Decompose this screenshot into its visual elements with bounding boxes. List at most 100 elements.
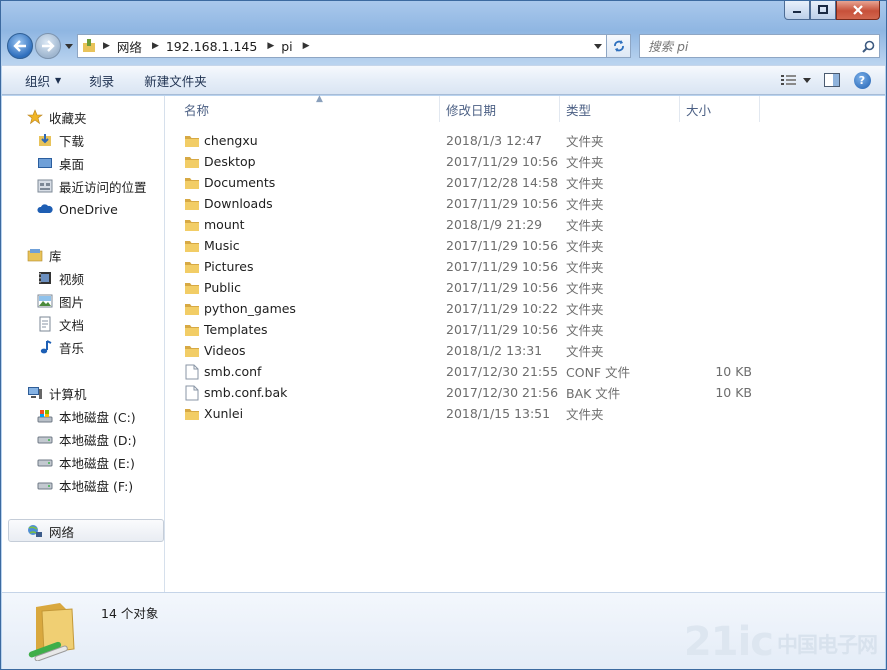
folder-icon — [183, 175, 201, 191]
breadcrumb-pi[interactable]: pi ▶ — [281, 39, 316, 54]
nav-favorites[interactable]: 收藏夹 — [26, 107, 87, 127]
column-header-size[interactable]: 大小 — [680, 96, 760, 122]
folder-icon — [183, 196, 201, 212]
file-date-cell: 2017/11/29 10:56 — [446, 154, 559, 169]
preview-pane-button[interactable] — [817, 68, 847, 92]
nav-item-videos[interactable]: 视频 — [36, 268, 84, 288]
file-row[interactable]: Templates 2017/11/29 10:56 文件夹 — [165, 319, 885, 340]
file-date-cell: 2017/11/29 10:56 — [446, 322, 559, 337]
file-row[interactable]: Videos 2018/1/2 13:31 文件夹 — [165, 340, 885, 361]
folder-icon — [183, 343, 201, 359]
recent-pages-button[interactable] — [63, 43, 75, 49]
view-options-button[interactable] — [775, 68, 817, 92]
search-icon[interactable] — [862, 40, 875, 53]
details-view-icon — [781, 75, 796, 85]
file-date-cell: 2017/11/29 10:56 — [446, 238, 559, 253]
breadcrumb-network[interactable]: 网络 ▶ — [117, 37, 166, 56]
file-list: 名称 ▲ 修改日期 类型 大小 chengxu 2018/1/3 12:47 文件夹… — [165, 94, 885, 592]
breadcrumb-host[interactable]: 192.168.1.145 ▶ — [166, 39, 281, 54]
help-icon: ? — [853, 71, 871, 89]
file-date-cell: 2017/12/30 21:56 — [446, 385, 559, 400]
file-row[interactable]: Xunlei 2018/1/15 13:51 文件夹 — [165, 403, 885, 424]
address-dropdown-button[interactable] — [590, 35, 606, 57]
navigation-bar: ▶ 网络 ▶ 192.168.1.145 ▶ pi ▶ — [7, 33, 880, 59]
file-name-cell: smb.conf.bak — [183, 385, 287, 401]
search-input[interactable] — [648, 38, 848, 54]
download-folder-icon — [36, 132, 54, 148]
file-size-cell: 10 KB — [715, 364, 752, 379]
arrow-left-icon — [13, 40, 26, 52]
nav-item-recent-places[interactable]: 最近访问的位置 — [36, 176, 147, 196]
close-icon — [853, 5, 863, 15]
nav-item-downloads[interactable]: 下载 — [36, 130, 84, 150]
file-row[interactable]: smb.conf 2017/12/30 21:55 CONF 文件 10 KB — [165, 361, 885, 382]
file-icon — [183, 385, 201, 401]
file-row[interactable]: Documents 2017/12/28 14:58 文件夹 — [165, 172, 885, 193]
file-date-cell: 2017/12/30 21:55 — [446, 364, 559, 379]
back-button[interactable] — [7, 33, 33, 59]
nav-item-desktop[interactable]: 桌面 — [36, 153, 84, 173]
file-icon — [183, 364, 201, 380]
refresh-button[interactable] — [607, 34, 631, 58]
nav-item-music[interactable]: 音乐 — [36, 337, 84, 357]
shared-folder-icon — [24, 601, 80, 664]
column-header-date[interactable]: 修改日期 — [440, 96, 560, 122]
burn-button[interactable]: 刻录 — [79, 68, 124, 92]
main-area: 收藏夹 下载 桌面 最近访问的位置 OneDrive 库 视频 图片 文档 音乐… — [2, 94, 885, 592]
column-header: 名称 ▲ 修改日期 类型 大小 — [165, 94, 885, 122]
file-row[interactable]: smb.conf.bak 2017/12/30 21:56 BAK 文件 10 KB — [165, 382, 885, 403]
nav-computer[interactable]: 计算机 — [26, 383, 87, 403]
nav-item-drive-d[interactable]: 本地磁盘 (D:) — [36, 429, 137, 449]
nav-libraries[interactable]: 库 — [26, 245, 62, 265]
file-row[interactable]: Music 2017/11/29 10:56 文件夹 — [165, 235, 885, 256]
column-header-name[interactable]: 名称 ▲ — [178, 94, 440, 122]
file-row[interactable]: Public 2017/11/29 10:56 文件夹 — [165, 277, 885, 298]
file-row[interactable]: python_games 2017/11/29 10:22 文件夹 — [165, 298, 885, 319]
column-header-type[interactable]: 类型 — [560, 96, 680, 122]
nav-item-pictures[interactable]: 图片 — [36, 291, 84, 311]
crumb-separator-icon[interactable]: ▶ — [267, 41, 274, 51]
file-row[interactable]: Desktop 2017/11/29 10:56 文件夹 — [165, 151, 885, 172]
search-box[interactable] — [639, 34, 880, 58]
maximize-button[interactable] — [810, 1, 836, 20]
file-name-cell: chengxu — [183, 133, 258, 149]
organize-button[interactable]: 组织 ▼ — [15, 68, 71, 92]
file-row[interactable]: Pictures 2017/11/29 10:56 文件夹 — [165, 256, 885, 277]
refresh-icon — [613, 40, 624, 52]
nav-item-drive-e[interactable]: 本地磁盘 (E:) — [36, 452, 135, 472]
address-bar[interactable]: ▶ 网络 ▶ 192.168.1.145 ▶ pi ▶ — [77, 34, 607, 58]
file-date-cell: 2018/1/2 13:31 — [446, 343, 543, 358]
hard-drive-icon — [36, 454, 54, 470]
close-button[interactable] — [836, 1, 880, 20]
file-name-cell: Downloads — [183, 196, 273, 212]
network-icon — [26, 523, 44, 539]
arrow-right-icon — [42, 40, 55, 52]
file-size-cell: 10 KB — [715, 385, 752, 400]
watermark-logo: 21ic 中国电子网 — [683, 619, 878, 665]
maximize-icon — [818, 5, 828, 14]
nav-item-drive-f[interactable]: 本地磁盘 (F:) — [36, 475, 133, 495]
file-type-cell: BAK 文件 — [566, 386, 621, 401]
network-folder-icon — [78, 38, 100, 54]
nav-item-onedrive[interactable]: OneDrive — [36, 199, 118, 219]
nav-item-drive-c[interactable]: 本地磁盘 (C:) — [36, 406, 136, 426]
crumb-separator-icon[interactable]: ▶ — [152, 41, 159, 51]
desktop-icon — [36, 155, 54, 171]
nav-item-documents[interactable]: 文档 — [36, 314, 84, 334]
new-folder-button[interactable]: 新建文件夹 — [134, 68, 217, 92]
file-row[interactable]: mount 2018/1/9 21:29 文件夹 — [165, 214, 885, 235]
file-date-cell: 2017/12/28 14:58 — [446, 175, 559, 190]
file-date-cell: 2017/11/29 10:56 — [446, 259, 559, 274]
crumb-separator-icon[interactable]: ▶ — [103, 41, 110, 51]
nav-network[interactable]: 网络 — [26, 521, 74, 541]
file-row[interactable]: chengxu 2018/1/3 12:47 文件夹 — [165, 130, 885, 151]
hard-drive-icon — [36, 431, 54, 447]
file-row[interactable]: Downloads 2017/11/29 10:56 文件夹 — [165, 193, 885, 214]
crumb-separator-icon[interactable]: ▶ — [303, 41, 310, 51]
folder-icon — [183, 133, 201, 149]
chevron-down-icon — [803, 77, 811, 83]
picture-icon — [36, 293, 54, 309]
help-button[interactable]: ? — [847, 68, 877, 92]
minimize-button[interactable] — [784, 1, 810, 20]
forward-button[interactable] — [35, 33, 61, 59]
